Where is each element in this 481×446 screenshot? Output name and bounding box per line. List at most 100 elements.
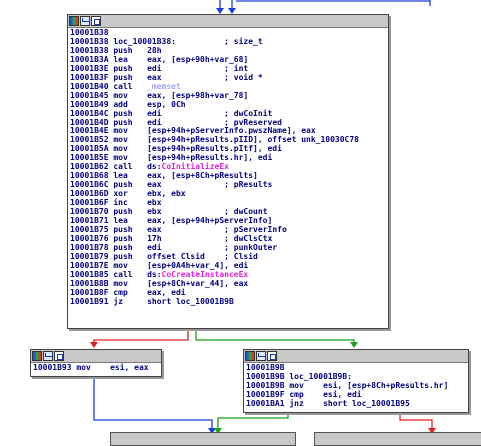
lower-block-right[interactable] xyxy=(314,432,481,446)
operand: eax, [esp+8Ch+pResults] xyxy=(147,171,258,181)
operand: eax xyxy=(147,224,162,234)
comment: ; pResults xyxy=(224,180,273,190)
color-icon[interactable] xyxy=(69,16,79,26)
operand: eax, edi xyxy=(147,287,186,297)
arrow-false xyxy=(90,342,98,348)
mnemonic: push xyxy=(113,108,133,118)
main-code-block[interactable]: 10001B38 10001B38 loc_10001B38: ; size_t… xyxy=(67,14,389,329)
operand[interactable]: _memset xyxy=(147,82,181,91)
comment: ; dwCoInit xyxy=(224,108,273,118)
operand: 28h xyxy=(147,45,162,55)
mnemonic: push xyxy=(113,242,133,252)
operand-prefix: ds: xyxy=(147,269,162,279)
address: 10001B49 xyxy=(70,99,109,109)
mnemonic: mov xyxy=(113,90,128,100)
operand: eax, [esp+90h+var_68] xyxy=(147,54,249,64)
address: 10001B85 xyxy=(70,269,109,279)
operand[interactable]: CoCreateInstanceEx xyxy=(162,270,249,279)
operand: [esp+94h+pResults.hr], edi xyxy=(147,153,273,163)
address: 10001B4D xyxy=(70,117,109,127)
main-block-code: 10001B38 10001B38 loc_10001B38: ; size_t… xyxy=(68,28,388,308)
mnemonic: cmp xyxy=(113,287,128,297)
address: 10001B62 xyxy=(70,162,109,172)
group-icon[interactable] xyxy=(267,351,277,361)
edge-right-red xyxy=(399,412,433,432)
left-block-toolbar xyxy=(31,350,161,363)
operand: eax, [esp+94h+pServerInfo] xyxy=(147,216,273,226)
operand[interactable]: CoInitializeEx xyxy=(162,162,229,171)
code-line[interactable]: 10001B93 mov esi, eax xyxy=(33,363,159,373)
comment: ; punkOuter xyxy=(224,242,278,252)
lower-block-left[interactable] xyxy=(110,432,296,446)
address: 10001B5E xyxy=(70,153,109,163)
address: 10001B91 xyxy=(70,296,109,306)
address: 10001B38 xyxy=(70,45,109,55)
operand: esi, eax xyxy=(110,363,149,372)
color-icon[interactable] xyxy=(32,351,42,361)
edge-right-green xyxy=(217,412,289,432)
address: 10001B9F xyxy=(246,389,285,399)
address: 10001B4C xyxy=(70,108,109,118)
mnemonic: push xyxy=(113,117,133,127)
group-icon[interactable] xyxy=(91,16,101,26)
mnemonic: mov xyxy=(113,278,128,288)
operand: offset Clsid xyxy=(147,251,205,261)
operand: eax, [esp+98h+var_78] xyxy=(147,90,249,100)
comment: ; void * xyxy=(224,72,263,82)
edge-true xyxy=(195,328,355,346)
mnemonic: jnz xyxy=(289,398,304,408)
address: 10001B76 xyxy=(70,233,109,243)
color-icon[interactable] xyxy=(245,351,255,361)
left-block-code: 10001B93 mov esi, eax xyxy=(31,363,161,374)
graph-icon[interactable] xyxy=(43,351,53,361)
address: 10001B3E xyxy=(70,63,109,73)
address: 10001B68 xyxy=(70,171,109,181)
group-icon[interactable] xyxy=(54,351,64,361)
graph-icon[interactable] xyxy=(256,351,266,361)
address: 10001B8B xyxy=(70,278,109,288)
mnemonic: push xyxy=(113,207,133,217)
address: 10001B6C xyxy=(70,180,109,190)
arrow-true xyxy=(350,342,358,348)
right-code-block[interactable]: 10001B9B 10001B9B loc_10001B9B: 10001B9B … xyxy=(243,349,469,413)
mnemonic: push xyxy=(113,72,133,82)
comment: ; int xyxy=(224,63,249,73)
address: 10001B93 xyxy=(33,363,72,372)
comment: ; dwCount xyxy=(224,207,268,217)
address: 10001B79 xyxy=(70,251,109,261)
comment: ; size_t xyxy=(224,36,263,46)
label[interactable]: loc_10001B38: xyxy=(113,37,176,46)
mnemonic: push xyxy=(113,233,133,243)
address: 10001B38 xyxy=(70,36,109,46)
address: 10001B8F xyxy=(70,287,109,297)
address: 10001B78 xyxy=(70,242,109,252)
address: 10001B75 xyxy=(70,224,109,234)
code-line[interactable]: 10001B91 jz short loc_10001B9B xyxy=(70,296,386,307)
graph-icon[interactable] xyxy=(80,16,90,26)
address: 10001B6F xyxy=(70,198,109,208)
address: 10001B70 xyxy=(70,207,109,217)
comment: ; Clsid xyxy=(224,251,258,261)
operand: [esp+0A4h+var_4], edi xyxy=(147,260,249,270)
code-line[interactable]: 10001BA1 jnz short loc_10001B95 xyxy=(246,398,466,409)
operand: [esp+8Ch+var_44], eax xyxy=(147,278,249,288)
operand: edi xyxy=(147,108,162,118)
comment: ; dwClsCtx xyxy=(224,233,273,243)
label[interactable]: loc_10001B9B: xyxy=(289,372,352,381)
mnemonic: push xyxy=(113,45,133,55)
mnemonic: jz xyxy=(113,296,123,306)
mnemonic: mov xyxy=(113,126,128,136)
operand: ebx xyxy=(147,198,162,208)
mnemonic: call xyxy=(113,162,133,172)
operand: ebx, ebx xyxy=(147,189,186,199)
mnemonic: xor xyxy=(113,189,128,199)
operand-prefix: ds: xyxy=(147,162,162,172)
operand: eax xyxy=(147,180,162,190)
address: 10001B4E xyxy=(70,126,109,136)
address: 10001B9B xyxy=(246,371,285,381)
operand: edi xyxy=(147,117,162,127)
mnemonic: lea xyxy=(113,216,128,226)
operand: 17h xyxy=(147,233,162,243)
operand: esi, edi xyxy=(323,389,362,399)
left-code-block[interactable]: 10001B93 mov esi, eax xyxy=(30,349,162,377)
